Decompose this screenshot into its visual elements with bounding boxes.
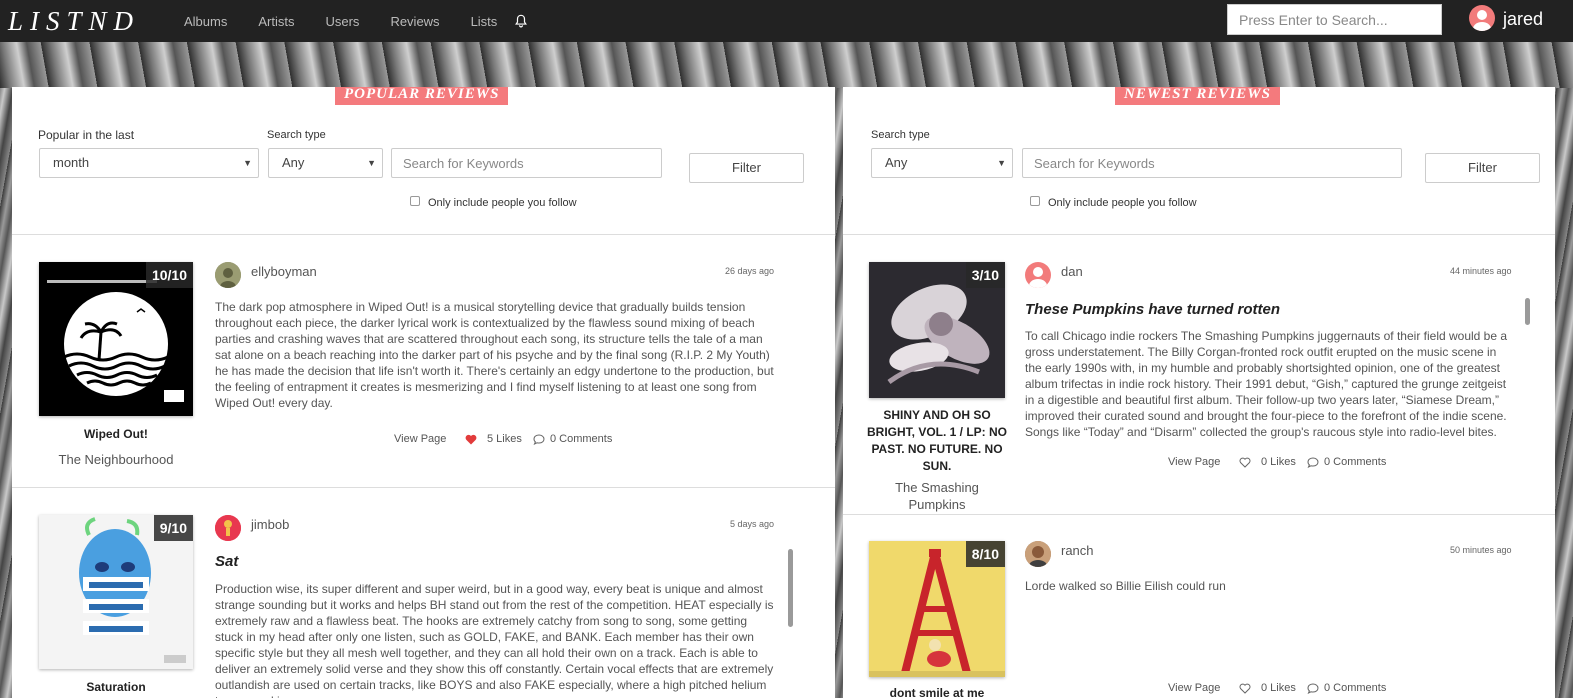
keyword-input[interactable]: Search for Keywords	[1022, 148, 1402, 178]
comments-count: 0 Comments	[1324, 456, 1387, 468]
album-cover[interactable]: 3/10	[869, 262, 1005, 398]
nav-reviews[interactable]: Reviews	[390, 14, 439, 29]
search-type-label: Search type	[871, 129, 930, 141]
divider	[12, 487, 835, 488]
nav-albums[interactable]: Albums	[184, 14, 227, 29]
artist-name[interactable]: The Neighbourhood	[39, 451, 193, 468]
album-cover[interactable]: 9/10	[39, 515, 193, 669]
score-badge: 8/10	[965, 541, 1005, 567]
review-scrollbar[interactable]	[1525, 298, 1530, 325]
album-title[interactable]: Saturation	[39, 679, 193, 696]
likes-count: 0 Likes	[1261, 456, 1296, 468]
filter-button[interactable]: Filter	[689, 153, 804, 183]
heart-icon[interactable]	[465, 434, 477, 445]
comments-count: 0 Comments	[1324, 682, 1387, 694]
user-avatar-icon[interactable]	[1025, 262, 1051, 288]
likes-count: 5 Likes	[487, 433, 522, 445]
period-select[interactable]: month ▼	[39, 148, 259, 178]
album-title[interactable]: SHINY AND OH SO BRIGHT, VOL. 1 / LP: NO …	[865, 407, 1009, 475]
period-label: Popular in the last	[38, 128, 135, 142]
filter-button[interactable]: Filter	[1425, 153, 1540, 183]
album-cover[interactable]: 8/10	[869, 541, 1005, 677]
divider	[843, 234, 1555, 235]
review-time: 44 minutes ago	[1450, 266, 1512, 276]
view-page-link[interactable]: View Page	[1168, 456, 1220, 468]
score-badge: 9/10	[153, 515, 193, 541]
comment-icon[interactable]	[533, 434, 545, 445]
logo[interactable]: LISTND	[8, 6, 184, 37]
divider	[12, 234, 835, 235]
comments-count: 0 Comments	[550, 433, 613, 445]
heart-icon[interactable]	[1239, 457, 1251, 468]
review-title: Sat	[215, 553, 239, 570]
popular-reviews-panel: POPULAR REVIEWS Popular in the last mont…	[12, 87, 835, 698]
bell-icon[interactable]	[514, 14, 528, 28]
album-title[interactable]: dont smile at me	[865, 685, 1009, 698]
global-search-input[interactable]: Press Enter to Search...	[1227, 4, 1442, 35]
artist-name[interactable]: The Smashing Pumpkins	[865, 479, 1009, 513]
search-type-select[interactable]: Any ▼	[871, 148, 1013, 178]
divider	[843, 514, 1555, 515]
view-page-link[interactable]: View Page	[1168, 682, 1220, 694]
review-time: 50 minutes ago	[1450, 545, 1512, 555]
follow-checkbox-label: Only include people you follow	[428, 197, 577, 209]
reviewer-name[interactable]: jimbob	[251, 517, 289, 532]
user-avatar-icon[interactable]	[215, 262, 241, 288]
username[interactable]: jared	[1503, 9, 1543, 30]
period-select-value: month	[53, 155, 90, 170]
heart-icon[interactable]	[1239, 683, 1251, 694]
album-title[interactable]: Wiped Out!	[39, 426, 193, 443]
review-body: The dark pop atmosphere in Wiped Out! is…	[215, 300, 774, 410]
user-avatar-icon[interactable]	[215, 515, 241, 541]
review-time: 26 days ago	[725, 266, 775, 276]
background-texture	[0, 42, 1573, 88]
review-body: To call Chicago indie rockers The Smashi…	[1025, 329, 1508, 439]
reviewer-name[interactable]: ellyboyman	[251, 264, 317, 279]
panel-title: NEWEST REVIEWS	[1115, 87, 1280, 105]
review-body: Production wise, its super different and…	[215, 582, 774, 698]
user-avatar-icon[interactable]	[1469, 5, 1495, 31]
keyword-input[interactable]: Search for Keywords	[391, 148, 662, 178]
score-badge: 3/10	[965, 262, 1005, 288]
review-time: 5 days ago	[730, 519, 775, 529]
search-type-label: Search type	[267, 129, 326, 141]
follow-checkbox[interactable]	[410, 196, 420, 206]
comment-icon[interactable]	[1307, 683, 1319, 694]
caret-down-icon: ▼	[367, 158, 376, 168]
newest-reviews-panel: NEWEST REVIEWS Search type Any ▼ Search …	[843, 87, 1555, 698]
review-scrollbar[interactable]	[788, 549, 793, 627]
caret-down-icon: ▼	[243, 158, 252, 168]
search-type-value: Any	[282, 155, 305, 170]
nav-users[interactable]: Users	[325, 14, 359, 29]
view-page-link[interactable]: View Page	[394, 433, 446, 445]
panel-title: POPULAR REVIEWS	[335, 87, 509, 105]
user-avatar-icon[interactable]	[1025, 541, 1051, 567]
follow-checkbox-label: Only include people you follow	[1048, 197, 1197, 209]
score-badge: 10/10	[145, 262, 193, 288]
nav-artists[interactable]: Artists	[258, 14, 294, 29]
album-cover[interactable]: 10/10	[39, 262, 193, 416]
likes-count: 0 Likes	[1261, 682, 1296, 694]
search-type-select[interactable]: Any ▼	[268, 148, 383, 178]
caret-down-icon: ▼	[997, 158, 1006, 168]
review-title: These Pumpkins have turned rotten	[1025, 301, 1281, 318]
search-type-value: Any	[885, 155, 908, 170]
review-body: Lorde walked so Billie Eilish could run	[1025, 579, 1226, 593]
follow-checkbox[interactable]	[1030, 196, 1040, 206]
reviewer-name[interactable]: ranch	[1061, 543, 1094, 558]
comment-icon[interactable]	[1307, 457, 1319, 468]
nav-lists[interactable]: Lists	[471, 14, 498, 29]
reviewer-name[interactable]: dan	[1061, 264, 1083, 279]
